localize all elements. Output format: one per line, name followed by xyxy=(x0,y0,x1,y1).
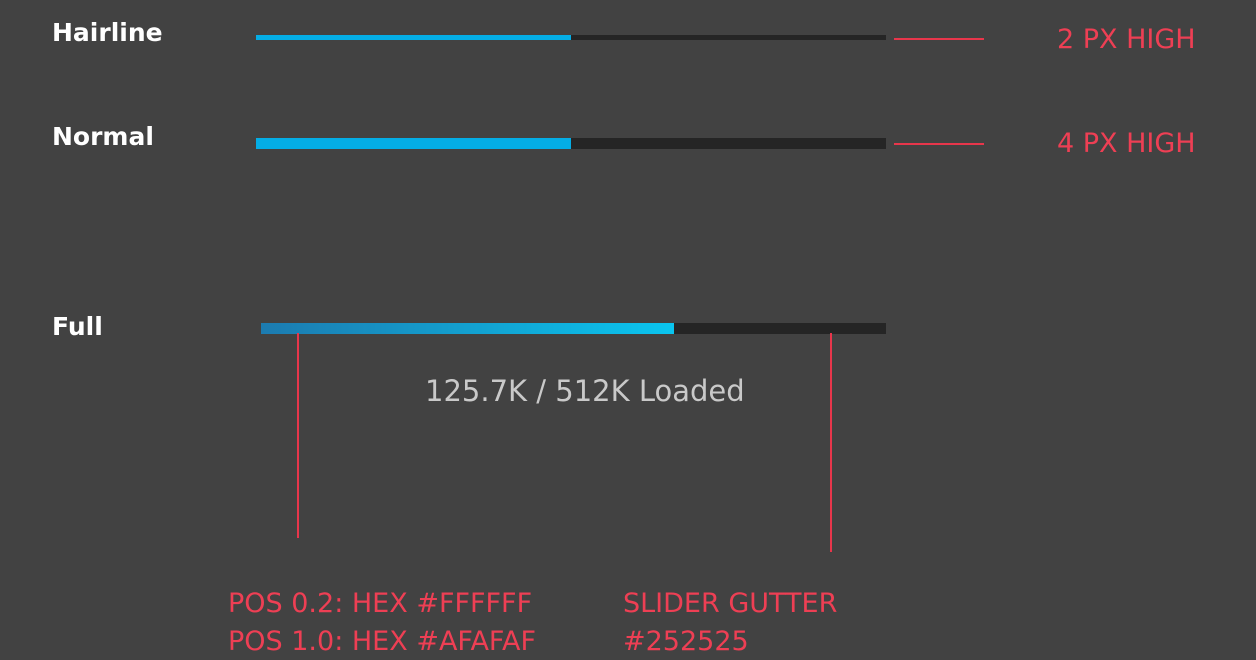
normal-progress-fill xyxy=(256,138,571,149)
normal-label: Normal xyxy=(52,122,154,151)
hairline-height-annotation: 2 PX HIGH xyxy=(1057,24,1196,55)
full-label: Full xyxy=(52,312,103,341)
gradient-stop-note-2: POS 1.0: HEX #AFAFAF xyxy=(228,626,536,657)
normal-progress-bar xyxy=(256,138,886,149)
gutter-callout-line xyxy=(830,333,832,552)
full-progress-bar xyxy=(261,323,886,334)
normal-height-annotation: 4 PX HIGH xyxy=(1057,128,1196,159)
hairline-label: Hairline xyxy=(52,18,163,47)
loaded-status-text: 125.7K / 512K Loaded xyxy=(425,374,745,408)
gutter-note-title: SLIDER GUTTER xyxy=(623,588,838,619)
hairline-progress-bar xyxy=(256,35,886,40)
gradient-callout-line xyxy=(297,333,299,538)
full-progress-fill xyxy=(261,323,674,334)
gradient-stop-note-1: POS 0.2: HEX #FFFFFF xyxy=(228,588,533,619)
hairline-progress-fill xyxy=(256,35,571,40)
hairline-callout-line xyxy=(894,38,984,40)
normal-callout-line xyxy=(894,143,984,145)
gutter-note-color: #252525 xyxy=(623,626,749,657)
